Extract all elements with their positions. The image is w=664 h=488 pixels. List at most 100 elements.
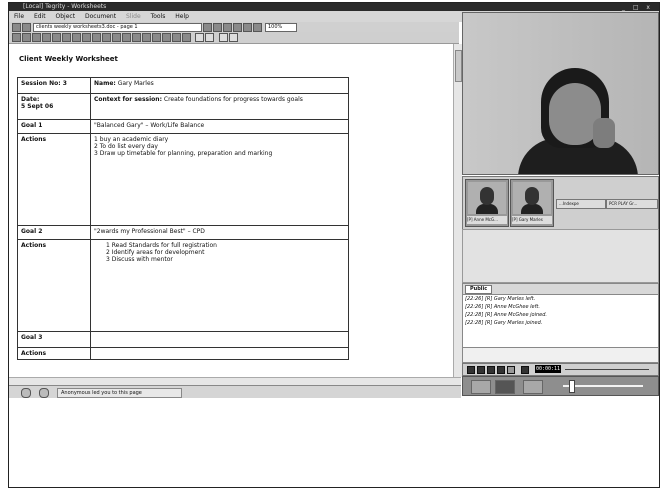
audio-controls [462, 376, 659, 396]
zoom-select[interactable]: 100% [265, 23, 297, 32]
actions3-content [90, 347, 349, 360]
chat-input[interactable] [462, 347, 659, 363]
frame-icon[interactable] [219, 33, 228, 42]
camera-icon[interactable] [243, 23, 252, 32]
color-tool-icon[interactable] [102, 33, 111, 42]
globe-icon[interactable] [39, 388, 49, 398]
participant-photo [468, 182, 506, 214]
date-label: Date: [21, 96, 40, 103]
eraser-tool-icon[interactable] [92, 33, 101, 42]
context-cell: Context for session: Create foundations … [90, 93, 349, 120]
document-vertical-scrollbar[interactable] [453, 44, 462, 377]
actions3-cell: Actions [17, 347, 91, 360]
volume-slider[interactable] [563, 385, 643, 387]
scroll-thumb[interactable] [455, 50, 462, 82]
participant-slot[interactable]: PCR PLAY Gr... [606, 199, 658, 209]
participant-slot[interactable]: ...Indexpe [556, 199, 606, 209]
pointer-icon[interactable] [223, 23, 232, 32]
menu-edit[interactable]: Edit [34, 13, 46, 20]
list-icon[interactable] [205, 33, 214, 42]
forward-icon[interactable] [521, 366, 529, 374]
pause-icon[interactable] [487, 366, 495, 374]
date-value: 5 Sept 06 [21, 103, 54, 110]
pointer-laser-icon[interactable] [152, 33, 161, 42]
layout-icon[interactable] [195, 33, 204, 42]
document-select[interactable]: clients weekly worksheets3.doc - page 1 [33, 23, 202, 32]
actions2-label: Actions [21, 242, 47, 249]
list-item: 1 Read Standards for full registration [106, 242, 217, 249]
fullscreen-icon[interactable] [229, 33, 238, 42]
text-tool-icon[interactable] [22, 33, 31, 42]
speaker-icon[interactable] [495, 380, 515, 394]
goal1-cell: Goal 1 [17, 119, 91, 134]
menu-slide[interactable]: Slide [126, 13, 141, 20]
table-row: Actions 1 buy an academic diary 2 To do … [17, 133, 349, 226]
actions3-label: Actions [21, 350, 47, 357]
rewind-icon[interactable] [467, 366, 475, 374]
ellipse-tool-icon[interactable] [72, 33, 81, 42]
participant-card[interactable]: [P] Anne McG... [465, 179, 509, 227]
highlighter-tool-icon[interactable] [82, 33, 91, 42]
grid-icon[interactable] [142, 33, 151, 42]
actions1-content: 1 buy an academic diary 2 To do list eve… [90, 133, 349, 226]
goal3-cell: Goal 3 [17, 331, 91, 348]
audio-settings-icon[interactable] [523, 380, 543, 394]
participants-panel: [P] Anne McG... [P] Gary Marles ...Index… [462, 176, 659, 230]
arrow-tool-icon[interactable] [52, 33, 61, 42]
playback-time: 00:00:11 [535, 365, 561, 373]
participant-card[interactable]: [P] Gary Marles [510, 179, 554, 227]
playback-controls: 00:00:11 [462, 363, 659, 376]
list-item: 3 Draw up timetable for planning, prepar… [94, 150, 273, 157]
record-icon[interactable] [507, 366, 515, 374]
search-icon[interactable] [21, 388, 31, 398]
tab-public[interactable]: Public [465, 285, 493, 294]
stamp-icon[interactable] [132, 33, 141, 42]
page-icon[interactable] [162, 33, 171, 42]
chat-message: [22:28] [R] Gary Marles joined. [465, 320, 543, 326]
rectangle-tool-icon[interactable] [62, 33, 71, 42]
menu-object[interactable]: Object [56, 13, 76, 20]
redo-icon[interactable] [122, 33, 131, 42]
chat-message: [22:26] [R] Anne McGhee left. [465, 304, 540, 310]
menu-document[interactable]: Document [85, 13, 116, 20]
stop-icon[interactable] [477, 366, 485, 374]
participant-photo [513, 182, 551, 214]
pen-tool-icon[interactable] [32, 33, 41, 42]
list-item: 3 Discuss with mentor [106, 256, 173, 263]
volume-knob[interactable] [569, 380, 575, 393]
chat-message: [22:28] [R] Anne McGhee joined. [465, 312, 547, 318]
microphone-icon[interactable] [471, 380, 491, 394]
menu-tools[interactable]: Tools [151, 13, 166, 20]
toolbar-navigation: clients weekly worksheets3.doc - page 1 … [9, 22, 459, 32]
slide-icon[interactable] [172, 33, 181, 42]
window-controls[interactable]: _ □ x [622, 4, 653, 11]
actions2-list: 1 Read Standards for full registration 2… [94, 242, 345, 263]
participant-name: [P] Anne McG... [467, 216, 507, 224]
actions2-content: 1 Read Standards for full registration 2… [90, 239, 349, 332]
document-page: Client Weekly Worksheet Session No: 3 Na… [9, 44, 453, 377]
prev-page-icon[interactable] [203, 23, 212, 32]
goal2-label: Goal 2 [21, 228, 43, 235]
goal1-content: "Balanced Gary" – Work/Life Balance [90, 119, 349, 134]
title-bar: [Local] Tegrity - Worksheets _ □ x [9, 3, 659, 11]
settings-icon[interactable] [253, 23, 262, 32]
goal2-cell: Goal 2 [17, 225, 91, 240]
table-row: Date: 5 Sept 06 Context for session: Crea… [17, 93, 349, 120]
menu-file[interactable]: File [14, 13, 24, 20]
date-cell: Date: 5 Sept 06 [17, 93, 91, 120]
play-icon[interactable] [497, 366, 505, 374]
session-label: Session No: 3 [21, 80, 67, 87]
save-icon[interactable] [22, 23, 31, 32]
playback-slider[interactable] [565, 369, 649, 370]
next-page-icon[interactable] [213, 23, 222, 32]
clear-icon[interactable] [182, 33, 191, 42]
line-tool-icon[interactable] [42, 33, 51, 42]
list-item: 2 Identify areas for development [106, 249, 205, 256]
list-item: 2 To do list every day [94, 143, 158, 150]
select-tool-icon[interactable] [12, 33, 21, 42]
menu-help[interactable]: Help [175, 13, 189, 20]
open-icon[interactable] [12, 23, 21, 32]
context-value: Create foundations for progress towards … [163, 96, 303, 103]
print-icon[interactable] [233, 23, 242, 32]
undo-icon[interactable] [112, 33, 121, 42]
